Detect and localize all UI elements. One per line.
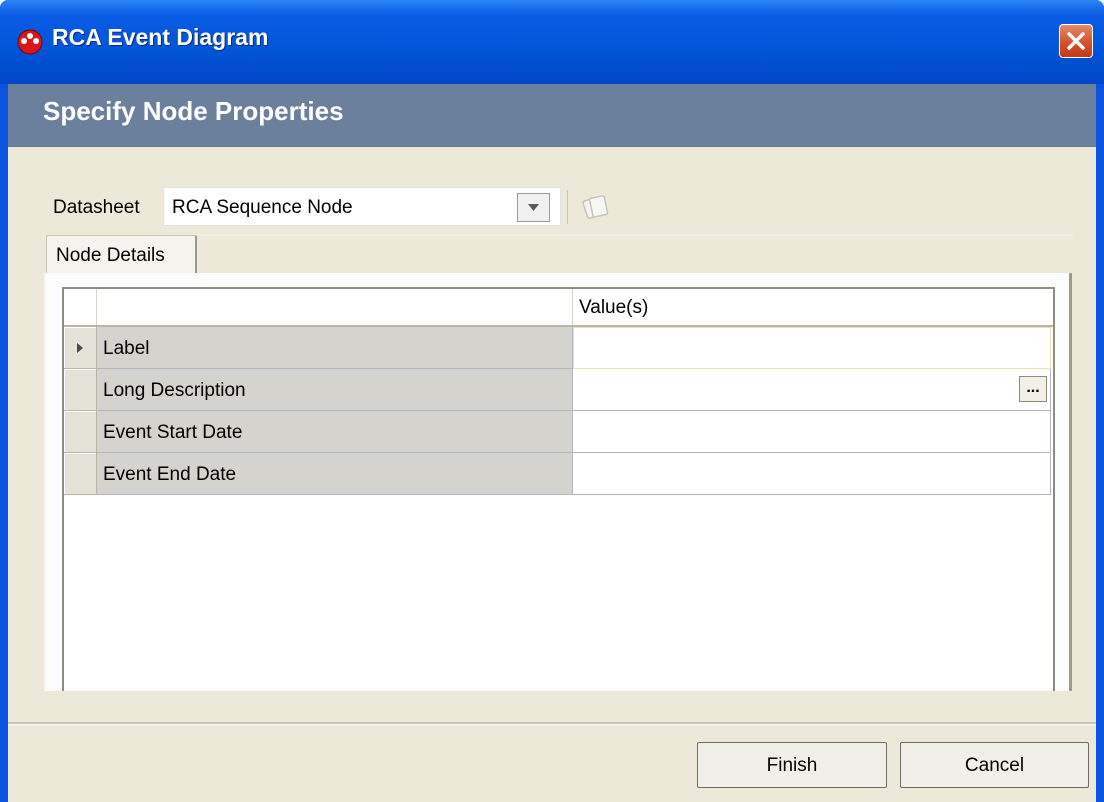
rca-app-icon — [17, 29, 43, 55]
ellipsis-button[interactable]: ... — [1019, 376, 1047, 402]
cancel-button[interactable]: Cancel — [900, 742, 1089, 788]
datasheet-dropdown-button[interactable] — [517, 193, 550, 222]
row-selector[interactable] — [64, 369, 97, 411]
property-cell: Event End Date — [97, 453, 573, 495]
property-cell: Event Start Date — [97, 411, 573, 453]
ellipsis-icon: ... — [1026, 379, 1040, 396]
tab-panel: Value(s) Label Long Description ... Even… — [44, 273, 1072, 691]
property-label: Event Start Date — [103, 422, 243, 443]
value-cell-long-description[interactable]: ... — [573, 369, 1051, 411]
property-cell: Label — [97, 327, 573, 369]
property-cell: Long Description — [97, 369, 573, 411]
close-button[interactable] — [1059, 24, 1093, 58]
value-cell-event-start-date[interactable] — [573, 411, 1051, 453]
value-cell-event-end-date[interactable] — [573, 453, 1051, 495]
grid-header-corner — [64, 289, 97, 325]
grid-header-row: Value(s) — [64, 289, 1053, 327]
table-row[interactable]: Long Description ... — [64, 369, 1053, 411]
table-row[interactable]: Event End Date — [64, 453, 1053, 495]
value-column-label: Value(s) — [579, 297, 649, 318]
dialog-client-area: Specify Node Properties Datasheet RCA Se… — [8, 84, 1096, 802]
tab-label: Node Details — [56, 245, 165, 266]
footer-divider — [8, 722, 1096, 725]
tab-node-details[interactable]: Node Details — [46, 235, 197, 273]
table-row[interactable]: Event Start Date — [64, 411, 1053, 453]
grid-header-property — [97, 289, 573, 325]
row-selector[interactable] — [64, 453, 97, 495]
close-icon — [1067, 32, 1085, 50]
property-label: Label — [103, 338, 150, 359]
cancel-button-label: Cancel — [964, 755, 1025, 776]
wizard-header: Specify Node Properties — [8, 84, 1096, 147]
window-title: RCA Event Diagram — [52, 24, 269, 50]
datasheet-selected-value: RCA Sequence Node — [172, 197, 353, 218]
finish-button[interactable]: Finish — [697, 742, 887, 788]
copy-datasheet-icon[interactable] — [581, 192, 611, 222]
page-title: Specify Node Properties — [43, 96, 344, 126]
dialog-window: RCA Event Diagram Specify Node Propertie… — [0, 0, 1104, 802]
row-selector[interactable] — [64, 411, 97, 453]
datasheet-dropdown[interactable]: RCA Sequence Node — [163, 187, 561, 226]
finish-button-label: Finish — [766, 755, 818, 776]
current-row-arrow-icon — [77, 343, 83, 353]
tab-strip-line — [197, 234, 1073, 236]
table-row[interactable]: Label — [64, 327, 1053, 369]
grid-header-value[interactable]: Value(s) — [573, 289, 1051, 325]
datasheet-label: Datasheet — [53, 197, 140, 218]
value-cell-label[interactable] — [573, 327, 1051, 369]
row-selector[interactable] — [64, 327, 97, 369]
property-label: Long Description — [103, 380, 246, 401]
title-bar[interactable]: RCA Event Diagram — [0, 0, 1104, 84]
chevron-down-icon — [528, 204, 539, 211]
properties-grid: Value(s) Label Long Description ... Even… — [62, 287, 1055, 691]
toolbar-separator — [567, 190, 568, 224]
property-label: Event End Date — [103, 464, 237, 485]
